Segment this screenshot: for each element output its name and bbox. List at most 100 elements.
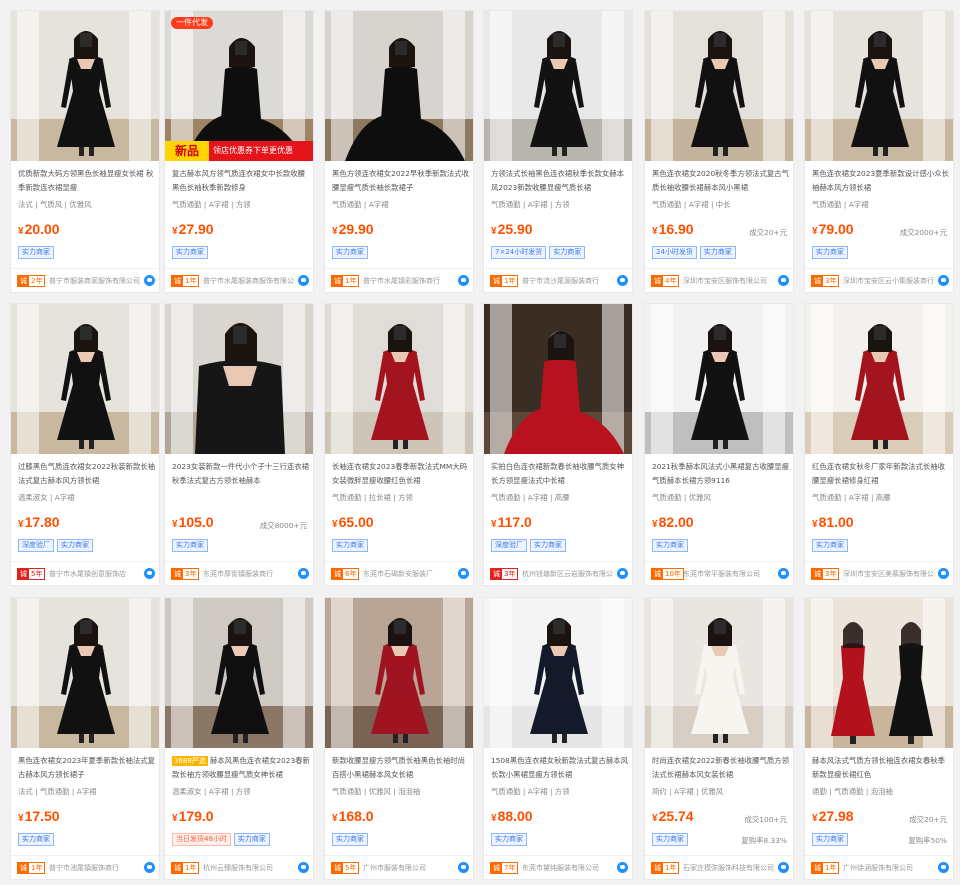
service-tags: 实力商家 <box>491 833 527 846</box>
product-title[interactable]: 红色连衣裙女秋冬厂家年新款法式长袖收腰显瘦长裙修身红裙 <box>812 460 950 488</box>
product-card[interactable]: 黑色方领连衣裙女2022早秋季新款法式收腰显瘦气质长袖长款裙子 气质通勤 | A字… <box>324 10 474 293</box>
product-card[interactable]: 方领法式长袖黑色连衣裙秋季长款女赫本风2023新款收腰显瘦气质长裙 气质通勤 | … <box>483 10 633 293</box>
product-title[interactable]: 2023女装新款一件代小个子十三行连衣裙秋季法式复古方领长袖赫本 <box>172 460 310 488</box>
product-image[interactable] <box>165 304 313 454</box>
product-image[interactable] <box>805 598 953 748</box>
product-title[interactable]: 黑色连衣裙女2020秋冬季方领法式复古气质长袖收腰长裙赫本风小黑裙 <box>652 167 790 195</box>
product-card[interactable]: 赫本风法式气质方领长袖连衣裙女春秋季新款显瘦长裙红色 通勤 | 气质通勤 | 泡泡… <box>804 597 954 880</box>
product-title[interactable]: 实拍白色连衣裙新款春长袖收腰气质女神长方领显瘦法式中长裙 <box>491 460 629 488</box>
seller-years-badge: 诚 1年 <box>171 275 200 287</box>
product-title[interactable]: 黑色方领连衣裙女2022早秋季新款法式收腰显瘦气质长袖长款裙子 <box>332 167 470 195</box>
product-card[interactable]: 黑色连衣裙女2023夏季新款设计感小众长袖赫本风方领长裙 气质通勤 | A字裙 ¥7… <box>804 10 954 293</box>
product-image[interactable] <box>11 11 159 161</box>
shop-name-link[interactable]: 广州市服装有限公司 <box>363 863 455 873</box>
product-image[interactable] <box>645 11 793 161</box>
chat-icon[interactable] <box>778 275 789 286</box>
product-image[interactable] <box>484 598 632 748</box>
product-image[interactable]: 一件代发 新品 领店优惠券下单更优惠 <box>165 11 313 161</box>
seller-years-prefix: 诚 <box>18 276 29 286</box>
chat-icon[interactable] <box>458 862 469 873</box>
product-image[interactable] <box>805 11 953 161</box>
chat-icon[interactable] <box>617 862 628 873</box>
price-value: 25.90 <box>497 221 533 237</box>
chat-icon[interactable] <box>938 862 949 873</box>
product-title[interactable]: 复古赫本风方领气质连衣裙女中长款收腰黑色长袖秋季新款修身 <box>172 167 310 195</box>
shop-name-link[interactable]: 普宁市水尾镇彩服饰商行 <box>363 276 455 286</box>
shop-name-link[interactable]: 石家庄模弥服饰科技有限公司 <box>683 863 775 873</box>
product-image[interactable] <box>484 11 632 161</box>
shop-name-link[interactable]: 普宁市水尾镇创意服饰店 <box>49 569 141 579</box>
shop-name-link[interactable]: 杭州云臻服饰有限公司 <box>203 863 295 873</box>
chat-icon[interactable] <box>778 862 789 873</box>
product-image[interactable] <box>805 304 953 454</box>
product-title[interactable]: 黑色连衣裙女2023夏季新款设计感小众长袖赫本风方领长裙 <box>812 167 950 195</box>
product-title[interactable]: 2021秋季赫本风法式小黑裙复古收腰显瘦气质赫本长裙方领9116 <box>652 460 790 488</box>
shop-name-link[interactable]: 深圳市宝安区服饰有限公司 <box>683 276 775 286</box>
product-title[interactable]: 1508黑色连衣裙女秋新款法式复古赫本风长款小黑裙显瘦方领长裙 <box>491 754 629 782</box>
product-card[interactable]: 1508黑色连衣裙女秋新款法式复古赫本风长款小黑裙显瘦方领长裙 气质通勤 | A字… <box>483 597 633 880</box>
chat-icon[interactable] <box>778 568 789 579</box>
product-card[interactable]: 2021秋季赫本风法式小黑裙复古收腰显瘦气质赫本长裙方领9116 气质通勤 | 优… <box>644 303 794 586</box>
shop-name-link[interactable]: 深圳市宝安区美慕服饰有限公司 <box>843 569 935 579</box>
chat-icon[interactable] <box>458 275 469 286</box>
product-title[interactable]: 优质新款大码方领黑色长袖显瘦女长裙 秋季新款连衣裙显瘦 <box>18 167 156 195</box>
product-image[interactable] <box>11 598 159 748</box>
product-card[interactable]: 黑色连衣裙女2020秋冬季方领法式复古气质长袖收腰长裙赫本风小黑裙 气质通勤 | … <box>644 10 794 293</box>
product-card[interactable]: 一件代发 新品 领店优惠券下单更优惠复古赫本风方领气质连衣裙女中长款收腰黑色长袖秋季… <box>164 10 314 293</box>
chat-icon[interactable] <box>298 568 309 579</box>
product-title[interactable]: 新款收腰显瘦方领气质长袖黑色长袖时尚百搭小黑裙赫本风女长裙 <box>332 754 470 782</box>
product-title[interactable]: 过膝黑色气质连衣裙女2022秋装新款长袖法式复古赫本风方领长裙 <box>18 460 156 488</box>
shop-name-link[interactable]: 普宁市池尾镇服饰商行 <box>49 863 141 873</box>
product-title[interactable]: 黑色连衣裙女2023年夏季新款长袖法式复古赫本风方领长裙子 <box>18 754 156 782</box>
product-card[interactable]: 实拍白色连衣裙新款春长袖收腰气质女神长方领显瘦法式中长裙 气质通勤 | A字裙 |… <box>483 303 633 586</box>
shop-name-link[interactable]: 东莞市厚街镇服装商行 <box>203 569 295 579</box>
chat-icon[interactable] <box>617 568 628 579</box>
product-image[interactable] <box>645 304 793 454</box>
product-card[interactable]: 3688严选 赫本风黑色连衣裙女2023春新款长袖方领收腰显瘦气质女神长裙 温柔淑女… <box>164 597 314 880</box>
product-image[interactable] <box>325 304 473 454</box>
model-figure <box>211 618 269 743</box>
product-image[interactable] <box>11 304 159 454</box>
seller-years-badge: 诚 7年 <box>490 862 519 874</box>
product-card[interactable]: 黑色连衣裙女2023年夏季新款长袖法式复古赫本风方领长裙子 法式 | 气质通勤 |… <box>10 597 160 880</box>
shop-name-link[interactable]: 广州徐涵服饰有限公司 <box>843 863 935 873</box>
product-image[interactable] <box>325 11 473 161</box>
product-title[interactable]: 3688严选 赫本风黑色连衣裙女2023春新款长袖方领收腰显瘦气质女神长裙 <box>172 754 310 782</box>
shop-name-link[interactable]: 杭州钱塘新区云岩服饰有限公司 <box>522 569 614 579</box>
shop-name-link[interactable]: 东莞市石碣新安服装厂 <box>363 569 455 579</box>
seller-years-prefix: 诚 <box>491 276 502 286</box>
chat-icon[interactable] <box>938 275 949 286</box>
shop-name-link[interactable]: 普宁市服装商家服饰有限公司 <box>49 276 141 286</box>
shop-name-link[interactable]: 东莞市黛纯服装有限公司 <box>522 863 614 873</box>
service-tag: 实力商家 <box>332 246 368 259</box>
chat-icon[interactable] <box>298 862 309 873</box>
product-title[interactable]: 赫本风法式气质方领长袖连衣裙女春秋季新款显瘦长裙红色 <box>812 754 950 782</box>
product-image[interactable] <box>165 598 313 748</box>
product-card[interactable]: 时尚连衣裙女2022新春长袖收腰气质方领法式长裙赫本风女装长裙 简约 | A字裙 … <box>644 597 794 880</box>
product-image[interactable] <box>645 598 793 748</box>
product-card[interactable]: 新款收腰显瘦方领气质长袖黑色长袖时尚百搭小黑裙赫本风女长裙 气质通勤 | 优雅风 … <box>324 597 474 880</box>
product-title[interactable]: 时尚连衣裙女2022新春长袖收腰气质方领法式长裙赫本风女装长裙 <box>652 754 790 782</box>
seller-years-prefix: 诚 <box>652 569 663 579</box>
chat-icon[interactable] <box>938 568 949 579</box>
chat-icon[interactable] <box>617 275 628 286</box>
shop-name-link[interactable]: 普宁市流沙尾源服装商行 <box>522 276 614 286</box>
chat-icon[interactable] <box>298 275 309 286</box>
product-image[interactable] <box>484 304 632 454</box>
chat-icon[interactable] <box>144 275 155 286</box>
product-image[interactable] <box>325 598 473 748</box>
product-card[interactable]: 红色连衣裙女秋冬厂家年新款法式长袖收腰显瘦长裙修身红裙 气质通勤 | A字裙 | … <box>804 303 954 586</box>
product-card[interactable]: 2023女装新款一件代小个子十三行连衣裙秋季法式复古方领长袖赫本 ¥105.0 成交… <box>164 303 314 586</box>
chat-icon[interactable] <box>144 568 155 579</box>
price-value: 82.00 <box>658 514 694 530</box>
chat-icon[interactable] <box>144 862 155 873</box>
product-title[interactable]: 长袖连衣裙女2023春季新款法式MM大码女装微胖显瘦收腰红色长裙 <box>332 460 470 488</box>
chat-icon[interactable] <box>458 568 469 579</box>
product-card[interactable]: 过膝黑色气质连衣裙女2022秋装新款长袖法式复古赫本风方领长裙 温柔淑女 | A字… <box>10 303 160 586</box>
product-title[interactable]: 方领法式长袖黑色连衣裙秋季长款女赫本风2023新款收腰显瘦气质长裙 <box>491 167 629 195</box>
product-card[interactable]: 长袖连衣裙女2023春季新款法式MM大码女装微胖显瘦收腰红色长裙 气质通勤 | 拉… <box>324 303 474 586</box>
shop-name-link[interactable]: 深圳市宝安区云小集服装商行 <box>843 276 935 286</box>
shop-name-link[interactable]: 东莞市常平服装有限公司 <box>683 569 775 579</box>
shop-name-link[interactable]: 普宁市水尾服装商服饰有限公司 <box>203 276 295 286</box>
product-card[interactable]: 优质新款大码方领黑色长袖显瘦女长裙 秋季新款连衣裙显瘦 法式 | 气质风 | 优雅… <box>10 10 160 293</box>
